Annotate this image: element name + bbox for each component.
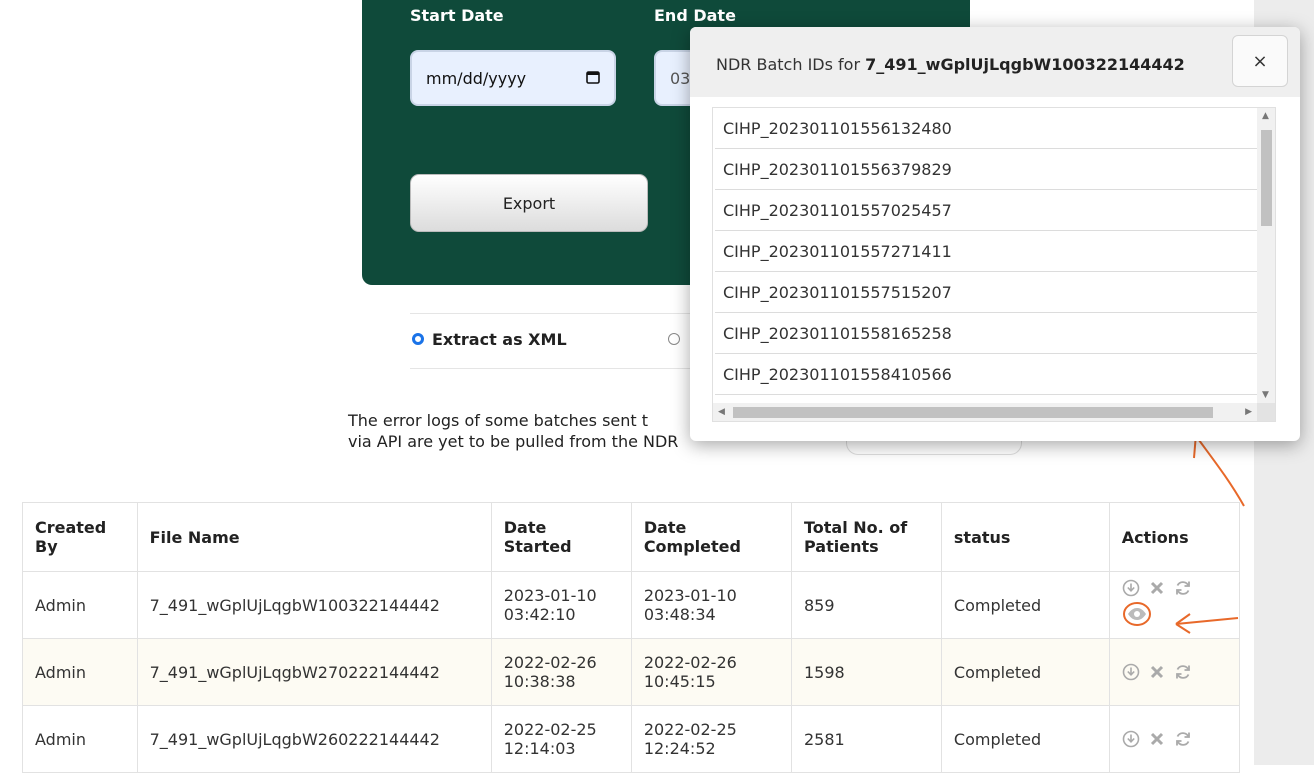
cell-total-patients: 1598 [790,638,942,706]
cell-created-by: Admin [22,638,138,706]
cell-created-by: Admin [22,705,138,773]
vertical-scroll-thumb[interactable] [1261,130,1272,226]
cell-date-completed: 2022-02-26 10:45:15 [630,638,792,706]
table-row: Admin 7_491_wGplUjLqgbW260222144442 2022… [22,705,1241,773]
table-header-row: Created By File Name Date Started Date C… [22,502,1241,572]
delete-icon[interactable] [1148,730,1166,748]
batch-ids-modal: NDR Batch IDs for 7_491_wGplUjLqgbW10032… [690,27,1300,441]
start-date-label: Start Date [410,6,504,25]
list-item: CIHP_202301101556379829 [715,149,1257,190]
cell-date-completed: 2023-01-10 03:48:34 [630,571,792,639]
list-item: CIHP_202301101557271411 [715,231,1257,272]
error-log-notice: The error logs of some batches sent t vi… [348,410,678,452]
cell-actions [1108,705,1241,773]
calendar-icon[interactable] [586,70,600,84]
start-date-value: mm/dd/yyyy [426,68,527,88]
list-item: CIHP_202301101557515207 [715,272,1257,313]
modal-title-filename: 7_491_wGplUjLqgbW100322144442 [865,55,1185,74]
modal-title-prefix: NDR Batch IDs for [716,55,866,74]
batch-id-list: CIHP_202301101556132480 CIHP_20230110155… [712,107,1276,422]
cell-date-started: 2023-01-10 03:42:10 [490,571,632,639]
cell-created-by: Admin [22,571,138,639]
refresh-icon[interactable] [1174,663,1192,681]
xml-radio[interactable] [412,333,424,345]
col-total-patients[interactable]: Total No. of Patients [790,502,942,572]
cell-date-completed: 2022-02-25 12:24:52 [630,705,792,773]
horizontal-scroll-thumb[interactable] [733,407,1213,418]
extract-format-options: Extract as XML [410,313,710,369]
col-status[interactable]: status [940,502,1110,572]
list-item: CIHP_202301101557025457 [715,190,1257,231]
export-button[interactable]: Export [410,174,648,232]
eye-icon[interactable] [1122,601,1154,627]
scroll-up-icon[interactable]: ▲ [1262,111,1269,121]
col-date-completed[interactable]: Date Completed [630,502,792,572]
scroll-right-icon[interactable]: ▶ [1245,407,1252,417]
vertical-scrollbar[interactable]: ▲ ▼ [1257,108,1275,403]
cell-status: Completed [940,638,1110,706]
cell-status: Completed [940,705,1110,773]
col-date-started[interactable]: Date Started [490,502,632,572]
col-created-by[interactable]: Created By [22,502,138,572]
error-notice-line-2: via API are yet to be pulled from the ND… [348,432,679,451]
horizontal-scrollbar[interactable]: ◀ ▶ [713,403,1257,421]
delete-icon[interactable] [1148,663,1166,681]
cell-file-name: 7_491_wGplUjLqgbW270222144442 [136,638,492,706]
alt-format-radio[interactable] [668,333,680,345]
cell-status: Completed [940,571,1110,639]
table-row: Admin 7_491_wGplUjLqgbW270222144442 2022… [22,638,1241,706]
list-item: CIHP_202301101558410566 [715,354,1257,395]
download-icon[interactable] [1122,663,1140,681]
cell-total-patients: 859 [790,571,942,639]
scroll-left-icon[interactable]: ◀ [718,407,725,417]
end-date-value: 03 [670,68,691,88]
cell-file-name: 7_491_wGplUjLqgbW100322144442 [136,571,492,639]
xml-radio-label[interactable]: Extract as XML [432,330,567,349]
col-file-name[interactable]: File Name [136,502,492,572]
cell-total-patients: 2581 [790,705,942,773]
refresh-icon[interactable] [1174,730,1192,748]
scrollbar-corner [1257,403,1275,421]
cell-file-name: 7_491_wGplUjLqgbW260222144442 [136,705,492,773]
cell-date-started: 2022-02-26 10:38:38 [490,638,632,706]
modal-header: NDR Batch IDs for 7_491_wGplUjLqgbW10032… [690,27,1300,97]
batch-table: Created By File Name Date Started Date C… [22,502,1241,773]
end-date-label: End Date [654,6,736,25]
start-date-input[interactable]: mm/dd/yyyy [410,50,616,106]
modal-title: NDR Batch IDs for 7_491_wGplUjLqgbW10032… [716,55,1185,74]
close-button[interactable]: × [1232,35,1288,87]
scroll-down-icon[interactable]: ▼ [1262,390,1269,400]
error-notice-line-1: The error logs of some batches sent t [348,411,649,430]
list-item: CIHP_202301101558165258 [715,313,1257,354]
cell-date-started: 2022-02-25 12:14:03 [490,705,632,773]
table-row: Admin 7_491_wGplUjLqgbW100322144442 2023… [22,571,1241,639]
download-icon[interactable] [1122,730,1140,748]
list-item: CIHP_202301101556132480 [715,108,1257,149]
download-icon[interactable] [1122,579,1140,597]
annotation-arrows [1175,431,1245,634]
